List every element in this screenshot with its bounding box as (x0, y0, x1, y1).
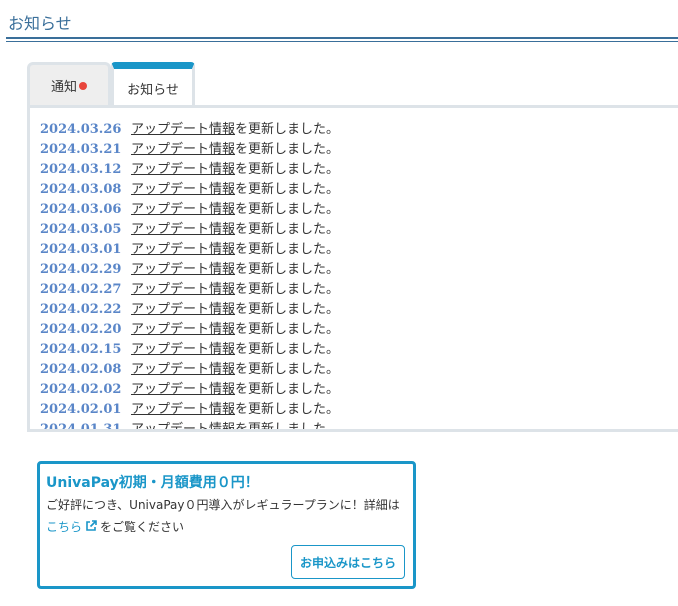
news-date: 2024.03.01 (40, 242, 122, 257)
news-item: 2024.02.20 アップデート情報を更新しました。 (40, 320, 678, 340)
news-item: 2024.02.27 アップデート情報を更新しました。 (40, 280, 678, 300)
news-update-link[interactable]: アップデート情報 (131, 282, 235, 297)
news-item: 2024.02.22 アップデート情報を更新しました。 (40, 300, 678, 320)
title-divider (6, 37, 678, 42)
news-text: を更新しました。 (235, 262, 340, 277)
news-update-link[interactable]: アップデート情報 (131, 302, 235, 317)
tab-notifications-label: 通知 (50, 80, 77, 95)
news-update-link[interactable]: アップデート情報 (131, 202, 235, 217)
news-item: 2024.03.06 アップデート情報を更新しました。 (40, 200, 678, 220)
news-text: を更新しました。 (235, 342, 340, 357)
news-text: を更新しました。 (235, 362, 340, 377)
notice-panel: 通知 お知らせ 2024.03.26 アップデート情報を更新しました。 2024.0… (27, 62, 678, 432)
news-update-link[interactable]: アップデート情報 (131, 342, 235, 357)
news-text: を更新しました。 (235, 242, 340, 257)
news-text: を更新しました。 (235, 182, 340, 197)
news-text: を更新しました。 (235, 222, 340, 237)
news-update-link[interactable]: アップデート情報 (131, 162, 235, 177)
news-date: 2024.03.06 (40, 202, 122, 217)
news-item: 2024.03.08 アップデート情報を更新しました。 (40, 180, 678, 200)
news-update-link[interactable]: アップデート情報 (131, 222, 235, 237)
news-item: 2024.02.02 アップデート情報を更新しました。 (40, 380, 678, 400)
news-update-link[interactable]: アップデート情報 (131, 122, 235, 137)
promo-title: UnivaPay初期・月額費用０円！ (46, 475, 259, 491)
news-list: 2024.03.26 アップデート情報を更新しました。 2024.03.21 アップデ… (30, 108, 678, 432)
news-text: を更新しました。 (235, 322, 340, 337)
page-title: お知らせ (8, 14, 72, 33)
promo-body: ご好評につき、UnivaPay０円導入がレギュラープランに！詳細はこちら をご覧く… (46, 494, 406, 538)
news-list-container[interactable]: 2024.03.26 アップデート情報を更新しました。 2024.03.21 アップデ… (27, 105, 678, 432)
apply-button[interactable]: お申込みはこちら (290, 545, 405, 579)
news-item: 2024.02.29 アップデート情報を更新しました。 (40, 260, 678, 280)
news-item: 2024.03.26 アップデート情報を更新しました。 (40, 120, 678, 140)
news-date: 2024.03.21 (40, 142, 122, 157)
news-date: 2024.02.22 (40, 302, 122, 317)
news-date: 2024.01.31 (40, 422, 122, 432)
promo-body-text: ご好評につき、UnivaPay０円導入がレギュラープランに！詳細は (46, 498, 400, 512)
news-text: を更新しました。 (235, 202, 340, 217)
news-item: 2024.03.01 アップデート情報を更新しました。 (40, 240, 678, 260)
news-date: 2024.03.05 (40, 222, 122, 237)
news-date: 2024.02.29 (40, 262, 122, 277)
news-update-link[interactable]: アップデート情報 (131, 422, 235, 429)
news-text: を更新しました。 (235, 302, 340, 317)
news-item: 2024.01.31 アップデート情報を更新しました。 (40, 420, 678, 432)
tab-announcements[interactable]: お知らせ (111, 62, 195, 108)
news-text: を更新しました。 (235, 122, 340, 137)
news-date: 2024.02.20 (40, 322, 122, 337)
news-date: 2024.02.27 (40, 282, 122, 297)
tab-notifications[interactable]: 通知 (27, 62, 111, 106)
news-update-link[interactable]: アップデート情報 (131, 362, 235, 377)
news-text: を更新しました。 (235, 382, 340, 397)
unread-badge-icon (79, 81, 87, 90)
news-date: 2024.02.15 (40, 342, 122, 357)
news-date: 2024.03.26 (40, 122, 122, 137)
news-item: 2024.03.21 アップデート情報を更新しました。 (40, 140, 678, 160)
news-date: 2024.02.08 (40, 362, 122, 377)
news-item: 2024.02.01 アップデート情報を更新しました。 (40, 400, 678, 420)
news-text: を更新しました。 (235, 422, 340, 432)
news-date: 2024.03.12 (40, 162, 122, 177)
news-text: を更新しました。 (235, 402, 340, 417)
promo-details-link[interactable]: こちら (46, 520, 82, 534)
news-update-link[interactable]: アップデート情報 (131, 182, 235, 197)
news-item: 2024.02.15 アップデート情報を更新しました。 (40, 340, 678, 360)
news-text: を更新しました。 (235, 282, 340, 297)
news-text: を更新しました。 (235, 142, 340, 157)
news-text: を更新しました。 (235, 162, 340, 177)
news-update-link[interactable]: アップデート情報 (131, 382, 235, 397)
news-update-link[interactable]: アップデート情報 (131, 262, 235, 277)
news-item: 2024.03.12 アップデート情報を更新しました。 (40, 160, 678, 180)
news-item: 2024.03.05 アップデート情報を更新しました。 (40, 220, 678, 240)
news-item: 2024.02.08 アップデート情報を更新しました。 (40, 360, 678, 380)
news-update-link[interactable]: アップデート情報 (131, 142, 235, 157)
promo-body-suffix: をご覧ください (100, 520, 185, 534)
news-date: 2024.02.01 (40, 402, 122, 417)
external-link-icon[interactable] (85, 520, 97, 532)
news-date: 2024.03.08 (40, 182, 122, 197)
tab-announcements-label: お知らせ (127, 83, 179, 98)
news-update-link[interactable]: アップデート情報 (131, 322, 235, 337)
news-update-link[interactable]: アップデート情報 (131, 242, 235, 257)
news-update-link[interactable]: アップデート情報 (131, 402, 235, 417)
promo-banner: UnivaPay初期・月額費用０円！ ご好評につき、UnivaPay０円導入がレ… (37, 461, 416, 589)
news-date: 2024.02.02 (40, 382, 122, 397)
